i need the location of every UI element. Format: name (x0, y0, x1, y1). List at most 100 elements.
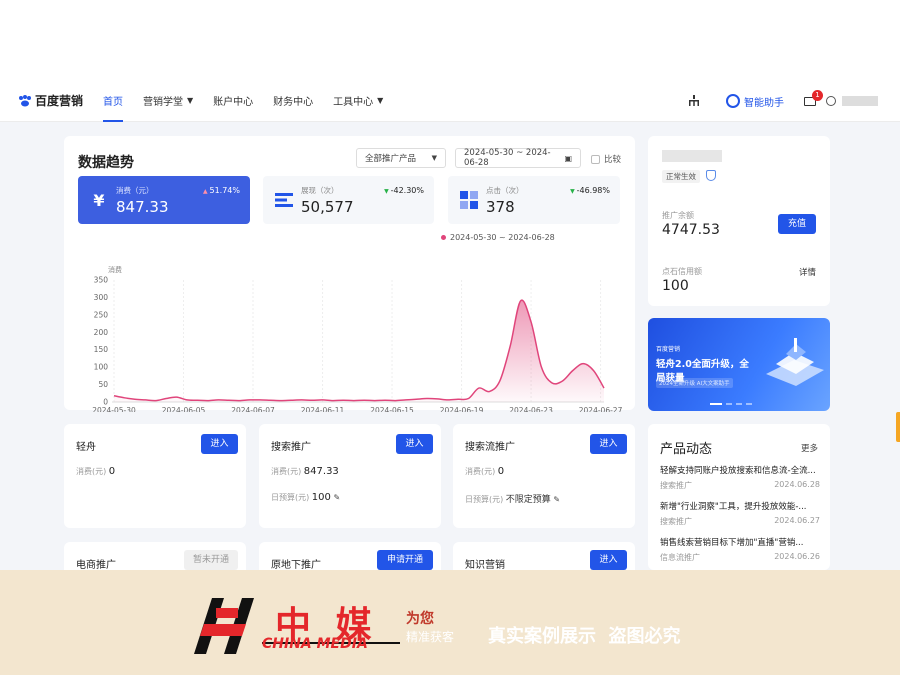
status-badge: 正常生效 (662, 170, 700, 183)
news-item-meta: 搜索推广 2024.06.27 (660, 516, 820, 527)
promo-banner[interactable]: 百度营销 轻舟2.0全面升级，全局获量 2024全新升级 AI大文案助手 (648, 318, 830, 411)
metric-impressions-change-value: -42.30% (390, 186, 424, 195)
product-line: 消费(元) 0 (465, 466, 504, 477)
news-item-date: 2024.06.28 (774, 480, 820, 489)
x-tick-label: 2024-06-07 (231, 406, 275, 412)
y-tick-label: 150 (94, 345, 109, 354)
nav-tools-label: 工具中心 (333, 97, 374, 108)
news-more-link[interactable]: 更多 (801, 442, 818, 454)
edit-icon[interactable]: ✎ (553, 495, 560, 504)
line-label: 日预算(元) (465, 495, 504, 504)
news-item-date: 2024.06.26 (774, 552, 820, 561)
news-item-tag: 搜索推广 (660, 481, 692, 490)
nav-home-label: 首页 (103, 97, 124, 108)
news-item-text: 销售线索营销目标下增加"直播"营销... (660, 538, 804, 548)
metric-impressions-value: 50,577 (301, 198, 354, 216)
status-label: 正常生效 (666, 172, 696, 181)
x-tick-label: 2024-06-19 (440, 406, 484, 412)
series-area (114, 300, 604, 402)
top-blank-area (0, 0, 900, 80)
line-value: 100 (311, 492, 331, 503)
chevron-down-icon: ▼ (431, 154, 437, 162)
enter-button[interactable]: 进入 (590, 434, 627, 454)
metric-clicks-change-value: -46.98% (576, 186, 610, 195)
y-tick-label: 300 (94, 293, 109, 302)
main-area: 数据趋势 全部推广产品 ▼ 2024-05-30 ~ 2024-06-28 ▣ … (0, 122, 900, 582)
enter-button[interactable]: 进入 (201, 434, 238, 454)
balance-label: 推广余额 (662, 211, 694, 220)
metric-impressions[interactable]: 展现（次） 50,577 ▼ -42.30% (263, 176, 434, 224)
compare-checkbox[interactable] (590, 154, 600, 164)
metric-clicks-change: ▼ -46.98% (570, 186, 610, 195)
news-item-tag: 搜索推广 (660, 517, 692, 526)
line-value: 不限定预算 (505, 495, 551, 505)
product-line: 日预算(元) 不限定预算 ✎ (465, 492, 560, 505)
banner-brand: 百度营销 (656, 346, 681, 353)
detail-link[interactable]: 详情 (799, 266, 816, 278)
nav-finance[interactable]: 财务中心 (273, 80, 313, 122)
trend-card: 数据趋势 全部推广产品 ▼ 2024-05-30 ~ 2024-06-28 ▣ … (64, 136, 635, 412)
metric-cost[interactable]: ¥ 消费（元） 847.33 ▲ 51.74% (78, 176, 250, 224)
product-select-value: 全部推广产品 (365, 154, 417, 164)
x-tick-label: 2024-06-23 (509, 406, 553, 412)
metric-clicks-label: 点击（次） (486, 186, 524, 195)
logo[interactable]: 百度营销 (18, 92, 83, 109)
nav-school[interactable]: 营销学堂 ▼ (143, 80, 193, 122)
brand-en: CHINA MEDIA (262, 636, 368, 652)
nav-finance-label: 财务中心 (273, 97, 314, 108)
balance-value: 4747.53 (662, 222, 720, 238)
news-item-text: 新增"行业洞察"工具，提升投放效能-... (660, 502, 807, 512)
nav-home[interactable]: 首页 (103, 80, 124, 122)
enter-button[interactable]: 进入 (590, 550, 627, 570)
side-float-tab[interactable] (896, 412, 900, 442)
metric-clicks[interactable]: 点击（次） 378 ▼ -46.98% (448, 176, 620, 224)
news-item[interactable]: 新增"行业洞察"工具，提升投放效能-... 搜索推广 2024.06.27 (660, 500, 820, 527)
account-card: 正常生效 推广余额 4747.53 充值 点石信用额 100 详情 (648, 136, 830, 306)
line-value: 0 (108, 466, 116, 477)
news-item[interactable]: 销售线索营销目标下增加"直播"营销... 信息流推广 2024.06.26 (660, 536, 820, 563)
metric-clicks-value: 378 (486, 198, 515, 216)
recharge-button[interactable]: 充值 (778, 214, 816, 234)
assistant-label: 智能助手 (744, 97, 784, 109)
y-tick-label: 350 (94, 276, 109, 285)
banner-sub: 2024全新升级 AI大文案助手 (656, 378, 733, 388)
shield-icon (706, 170, 716, 181)
china-media-logo (194, 598, 254, 654)
date-range-picker[interactable]: 2024-05-30 ~ 2024-06-28 ▣ (455, 148, 581, 168)
news-item[interactable]: 轻解支持同账户投放搜索和信息流-全流... 搜索推广 2024.06.28 (660, 464, 820, 491)
grid-icon (458, 189, 480, 211)
metric-impressions-change: ▼ -42.30% (384, 186, 424, 195)
calendar-icon: ▣ (564, 153, 572, 163)
logo-text: 百度营销 (35, 94, 84, 108)
org-chart-icon[interactable] (688, 95, 700, 107)
product-name: 电商推广 (76, 560, 116, 571)
compare-toggle[interactable]: 比较 (590, 153, 621, 165)
news-title: 产品动态 (660, 442, 713, 457)
apply-button[interactable]: 申请开通 (377, 550, 433, 570)
legend-dot (441, 235, 446, 240)
banner-pagination[interactable] (710, 403, 752, 405)
line-label: 消费(元) (76, 467, 107, 476)
avatar[interactable] (826, 96, 836, 106)
product-select[interactable]: 全部推广产品 ▼ (356, 148, 446, 168)
user-name-blurred[interactable] (842, 96, 878, 106)
x-tick-label: 2024-06-27 (579, 406, 623, 412)
mail-badge: 1 (812, 89, 823, 101)
trend-chart: 消费0501001502002503003502024-05-30 2024-06… (92, 265, 623, 412)
mail-icon[interactable]: 1 (804, 89, 823, 106)
nav-account[interactable]: 账户中心 (213, 80, 253, 122)
metric-impressions-label: 展现（次） (301, 186, 339, 195)
not-enabled-button[interactable]: 暂未开通 (184, 550, 238, 570)
news-item-text: 轻解支持同账户投放搜索和信息流-全流... (660, 466, 816, 476)
product-name: 搜索推广 (271, 442, 311, 453)
enter-button[interactable]: 进入 (396, 434, 433, 454)
nav-account-label: 账户中心 (213, 97, 254, 108)
metric-cost-change-value: 51.74% (209, 186, 240, 195)
x-tick-label: 2024-06-11 (301, 406, 345, 412)
nav-tools[interactable]: 工具中心 ▼ (333, 80, 383, 122)
edit-icon[interactable]: ✎ (333, 493, 340, 502)
assistant-icon (726, 94, 740, 108)
metric-cost-label: 消费（元） (116, 186, 154, 195)
assistant-button[interactable]: 智能助手 (726, 94, 784, 109)
yuan-icon: ¥ (93, 190, 105, 210)
